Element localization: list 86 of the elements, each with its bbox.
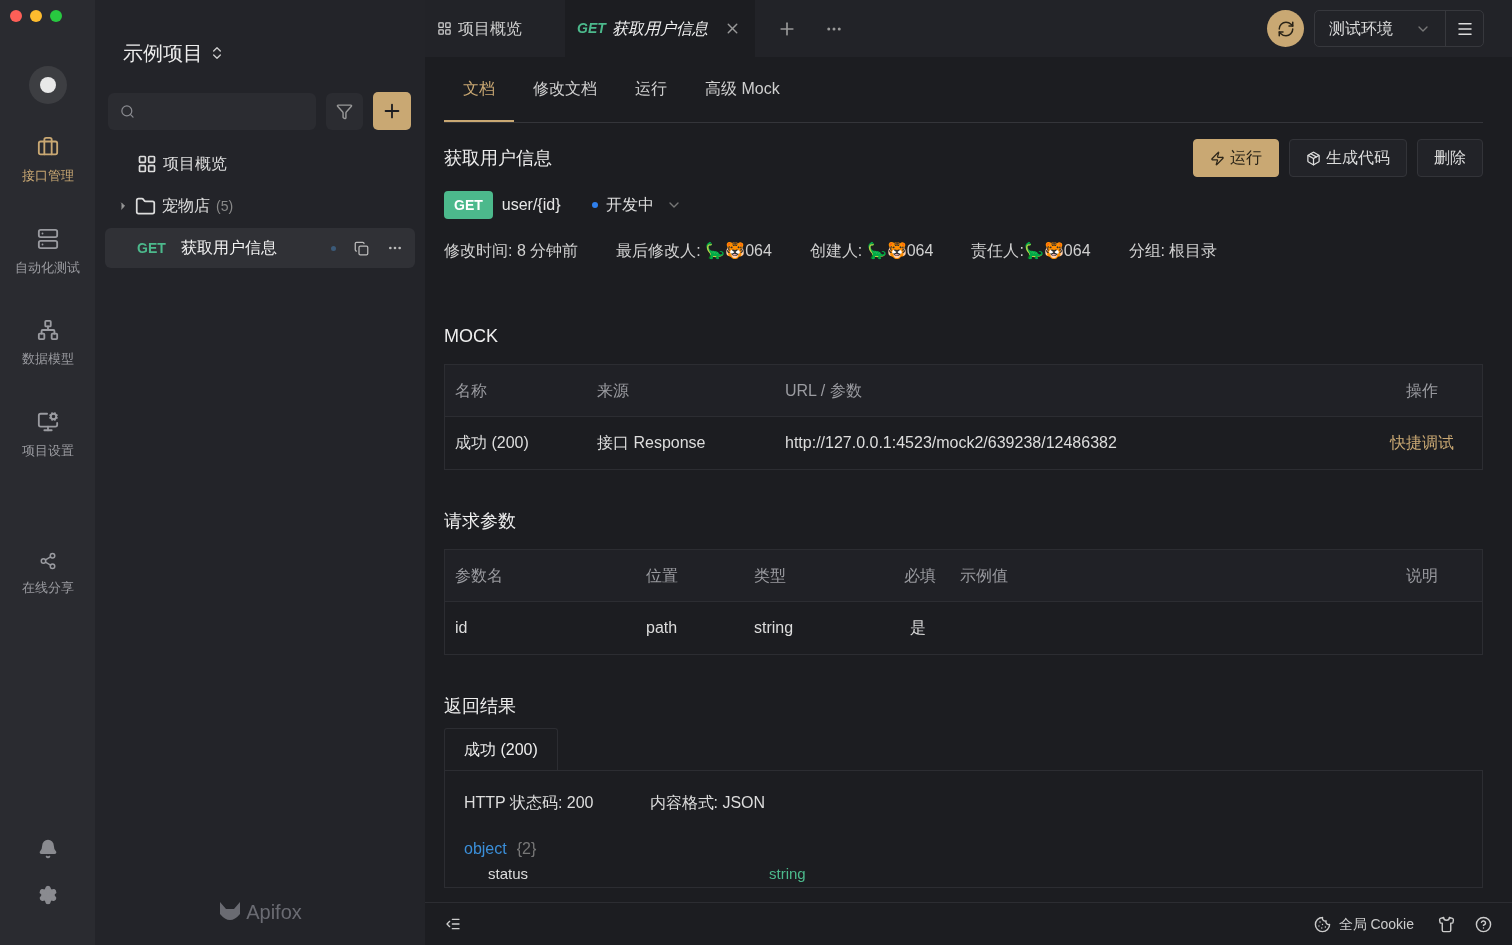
folder-icon bbox=[135, 195, 156, 217]
rail-item[interactable]: 接口管理 bbox=[21, 136, 74, 186]
filter-button[interactable] bbox=[326, 92, 363, 130]
doc-tab[interactable]: 运行 bbox=[616, 57, 686, 122]
content-format-text: 内容格式: JSON bbox=[649, 793, 766, 813]
notification-icon[interactable] bbox=[37, 839, 58, 859]
doc-tab[interactable]: 文档 bbox=[444, 57, 514, 122]
table-cell-text: string bbox=[754, 618, 795, 638]
rail-item-icon bbox=[36, 136, 59, 158]
status-code-text: HTTP 状态码: 200 bbox=[464, 793, 594, 813]
column-header: 操作 bbox=[1406, 380, 1438, 401]
theme-icon[interactable] bbox=[1438, 915, 1455, 933]
grid-icon bbox=[437, 21, 452, 36]
field-count: {2} bbox=[516, 839, 537, 859]
action-button[interactable]: 删除 bbox=[1417, 139, 1483, 177]
rail-item-icon bbox=[36, 227, 59, 250]
avatar-icon[interactable] bbox=[28, 66, 67, 104]
table-cell-text: path bbox=[646, 618, 679, 638]
rail-item[interactable]: 自动化测试 bbox=[15, 227, 80, 277]
schema-type: object bbox=[464, 839, 507, 859]
column-header: 参数名 bbox=[455, 565, 504, 586]
help-icon[interactable] bbox=[1475, 915, 1492, 933]
column-header: 名称 bbox=[455, 380, 488, 401]
settings-icon[interactable] bbox=[37, 885, 58, 905]
section-title: MOCK bbox=[444, 325, 499, 348]
cookie-icon bbox=[1313, 915, 1331, 933]
collapse-sidebar-icon[interactable] bbox=[445, 916, 461, 932]
column-header: 类型 bbox=[754, 565, 787, 586]
maximize-window-icon[interactable] bbox=[50, 10, 62, 22]
column-header: 必填 bbox=[904, 565, 937, 586]
table-cell-text: 接口 Response bbox=[597, 433, 707, 453]
rail-item[interactable]: 数据模型 bbox=[21, 319, 74, 369]
editor-tab[interactable]: 项目概览 bbox=[425, 0, 565, 57]
cube-icon bbox=[1306, 150, 1321, 166]
meta-text: 最后修改人: 🦕🐯064 bbox=[616, 241, 772, 261]
fox-logo-icon bbox=[218, 902, 243, 922]
action-button[interactable]: 生成代码 bbox=[1289, 139, 1407, 177]
add-button[interactable] bbox=[373, 92, 411, 130]
rail-item-icon bbox=[38, 552, 57, 570]
tree-folder[interactable]: 宠物店 (5) bbox=[105, 185, 415, 227]
copy-icon[interactable] bbox=[354, 240, 369, 256]
method-badge: GET bbox=[444, 191, 493, 219]
meta-text: 责任人:🦕🐯064 bbox=[971, 241, 1091, 261]
table-cell-text: 是 bbox=[909, 618, 927, 638]
rail-item-icon bbox=[36, 410, 59, 433]
tree-item[interactable]: GET 获取用户信息 bbox=[105, 228, 415, 268]
rail-item[interactable]: 在线分享 bbox=[21, 552, 74, 598]
field-type: string bbox=[769, 865, 806, 883]
lightning-icon bbox=[1210, 150, 1225, 166]
filter-icon bbox=[336, 102, 353, 120]
doc-tab[interactable]: 修改文档 bbox=[514, 57, 616, 122]
grid-icon bbox=[137, 154, 157, 174]
cookie-button[interactable]: 全局 Cookie bbox=[1313, 913, 1414, 935]
response-tab[interactable]: 成功 (200) bbox=[444, 728, 558, 770]
meta-text: 分组: 根目录 bbox=[1128, 241, 1218, 261]
editor-tab[interactable]: GET 获取用户信息 bbox=[565, 0, 755, 57]
close-window-icon[interactable] bbox=[10, 10, 22, 22]
endpoint-path: user/{id} bbox=[501, 195, 561, 215]
brand-name: Apifox bbox=[246, 900, 302, 925]
column-header: 来源 bbox=[597, 380, 630, 401]
search-field[interactable] bbox=[108, 92, 316, 130]
meta-text: 创建人: 🦕🐯064 bbox=[809, 241, 934, 261]
project-title[interactable]: 示例项目 bbox=[123, 38, 203, 68]
table-cell-text: http://127.0.0.1:4523/mock2/639238/12486382 bbox=[785, 433, 1118, 453]
status-select[interactable]: 开发中 bbox=[591, 193, 682, 217]
sync-button[interactable] bbox=[1267, 10, 1304, 47]
tree-item[interactable]: 项目概览 bbox=[105, 144, 415, 184]
column-header: 示例值 bbox=[960, 565, 1009, 586]
field-name: status bbox=[487, 865, 530, 883]
sync-icon bbox=[1276, 19, 1295, 38]
section-title: 请求参数 bbox=[444, 510, 517, 533]
doc-tab[interactable]: 高级 Mock bbox=[686, 57, 799, 122]
table-cell-text: 成功 (200) bbox=[455, 433, 530, 453]
action-button[interactable]: 运行 bbox=[1193, 139, 1279, 177]
quick-debug-link[interactable]: 快捷调试 bbox=[1390, 431, 1454, 455]
rail-item[interactable]: 项目设置 bbox=[21, 410, 74, 460]
table-cell-text: id bbox=[455, 618, 469, 638]
column-header: 位置 bbox=[646, 565, 679, 586]
meta-text: 修改时间: 8 分钟前 bbox=[444, 241, 579, 261]
rail-item-icon bbox=[36, 319, 59, 341]
section-title: 返回结果 bbox=[444, 695, 517, 718]
minimize-window-icon[interactable] bbox=[30, 10, 42, 22]
search-icon bbox=[120, 102, 135, 120]
endpoint-title: 获取用户信息 bbox=[444, 146, 552, 170]
column-header: URL / 参数 bbox=[785, 380, 863, 401]
column-header: 说明 bbox=[1406, 565, 1438, 586]
